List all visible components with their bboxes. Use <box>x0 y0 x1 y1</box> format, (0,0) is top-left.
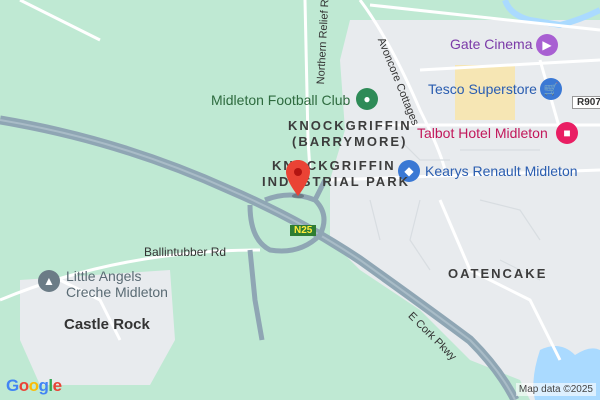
knockgriffin-barrymore-line1: KNOCKGRIFFIN <box>288 118 412 133</box>
stadium-icon[interactable]: ● <box>356 88 378 110</box>
shopping-cart-icon[interactable]: 🛒 <box>540 78 562 100</box>
ballintubber-rd-label: Ballintubber Rd <box>144 245 227 259</box>
castle-rock-label: Castle Rock <box>64 316 150 333</box>
map-base <box>0 0 600 400</box>
kearys-label[interactable]: Kearys Renault Midleton <box>425 163 578 179</box>
nw-lane <box>19 0 101 42</box>
location-pin-icon[interactable] <box>286 160 310 196</box>
r907-badge: R907 <box>572 96 600 109</box>
slip-road-south <box>247 249 265 341</box>
oatencake-label: OATENCAKE <box>448 266 548 281</box>
football-club-label[interactable]: Midleton Football Club <box>211 92 350 108</box>
google-logo: Google <box>6 376 62 395</box>
tesco-label[interactable]: Tesco Superstore <box>428 81 537 97</box>
creche-label-line1[interactable]: Little Angels <box>66 268 142 284</box>
map-attribution[interactable]: Map data ©2025 <box>515 383 596 396</box>
gate-cinema-label[interactable]: Gate Cinema <box>450 36 532 52</box>
map-canvas[interactable]: ▶ 🛒 ■ ◆ ● ▲ Gate Cinema Tesco Superstore… <box>0 0 600 400</box>
n25-badge: N25 <box>290 225 317 236</box>
knockgriffin-industrial-line2: INDUSTRIAL PARK <box>262 174 410 189</box>
creche-label-line2[interactable]: Creche Midleton <box>66 284 168 300</box>
school-icon[interactable]: ▲ <box>38 270 60 292</box>
bed-icon[interactable]: ■ <box>556 122 578 144</box>
talbot-label[interactable]: Talbot Hotel Midleton <box>417 125 548 141</box>
knockgriffin-barrymore-line2: (BARRYMORE) <box>292 134 408 149</box>
film-icon[interactable]: ▶ <box>536 34 558 56</box>
